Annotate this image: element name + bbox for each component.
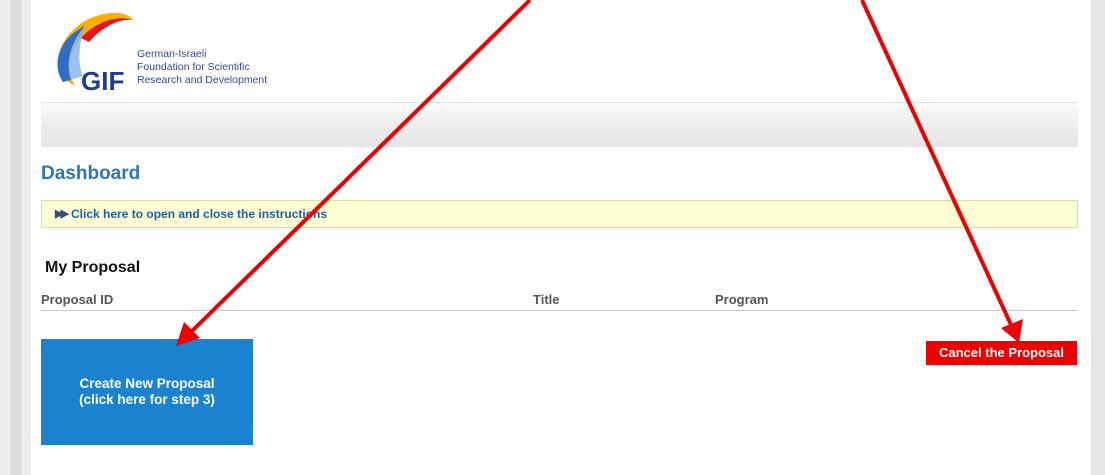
left-margin <box>0 0 31 475</box>
page-container: GIF German-Israeli Foundation for Scient… <box>31 0 1091 475</box>
logo-line-2: Foundation for Scientific <box>137 61 250 73</box>
create-new-proposal-button[interactable]: Create New Proposal (click here for step… <box>41 339 253 445</box>
page-title: Dashboard <box>41 163 141 184</box>
column-header-program: Program <box>715 292 769 307</box>
create-button-line-2: (click here for step 3) <box>79 392 215 407</box>
logo-text: German-Israeli Foundation for Scientific… <box>137 48 267 87</box>
column-header-title: Title <box>533 292 560 307</box>
right-margin <box>1091 0 1105 475</box>
gif-logo[interactable]: GIF German-Israeli Foundation for Scient… <box>45 4 325 96</box>
fast-forward-icon: ▶▶ <box>55 208 69 220</box>
navigation-bar <box>41 102 1078 147</box>
my-proposal-heading: My Proposal <box>45 259 141 276</box>
proposals-table-header: Proposal ID Title Program <box>41 288 1077 311</box>
gif-acronym: GIF <box>81 66 124 96</box>
left-margin-edge <box>10 0 22 475</box>
gif-logo-graphic: GIF <box>57 12 133 96</box>
logo-line-3: Research and Development <box>137 74 268 86</box>
logo-line-1: German-Israeli <box>137 48 207 60</box>
instructions-toggle[interactable]: ▶▶ Click here to open and close the inst… <box>41 200 1078 228</box>
instructions-link[interactable]: Click here to open and close the instruc… <box>71 207 327 221</box>
create-button-line-1: Create New Proposal <box>79 376 215 391</box>
column-header-proposal-id: Proposal ID <box>41 292 114 307</box>
cancel-proposal-button[interactable]: Cancel the Proposal <box>926 341 1077 365</box>
